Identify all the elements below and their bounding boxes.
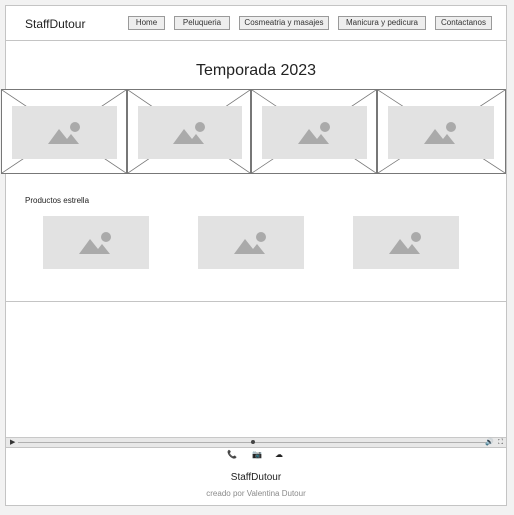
site-header: StaffDutour Home Peluqueria Cosmeatria y… [6,6,506,41]
camera-icon[interactable]: 📷 [252,450,262,459]
site-brand[interactable]: StaffDutour [25,17,85,31]
products-title: Productos estrella [25,196,90,205]
nav-peluqueria[interactable]: Peluqueria [174,16,230,30]
image-placeholder [388,106,494,159]
product-image[interactable] [353,216,459,269]
fullscreen-icon[interactable]: ⛶ [498,438,503,447]
image-placeholder-icon [47,121,80,144]
page-frame: StaffDutour Home Peluqueria Cosmeatria y… [1,5,507,506]
footer-brand: StaffDutour [230,472,282,483]
image-placeholder-icon [234,231,266,254]
product-image[interactable] [198,216,304,269]
image-placeholder-icon [424,121,456,144]
cloud-icon[interactable]: ☁ [275,450,283,459]
image-placeholder-icon [389,231,421,254]
nav-manicura[interactable]: Manicura y pedicura [338,16,426,30]
image-placeholder [262,106,367,159]
seek-handle[interactable] [251,440,255,444]
carousel-slide[interactable] [251,89,377,174]
season-title: Temporada 2023 [195,62,317,79]
video-player[interactable]: ▶ 🔊 ⛶ [6,301,506,448]
phone-icon[interactable]: 📞 [227,450,237,459]
play-icon[interactable]: ▶ [10,438,15,447]
footer-credit: creado por Valentina Dutour [206,489,306,498]
carousel-slide[interactable] [127,89,251,174]
image-placeholder [12,106,117,159]
nav-cosmeatria[interactable]: Cosmeatria y masajes [239,16,329,30]
nav-home[interactable]: Home [128,16,165,30]
nav-contactanos[interactable]: Contactanos [435,16,492,30]
carousel-slide[interactable] [377,89,506,174]
volume-icon[interactable]: 🔊 [485,438,494,447]
product-image[interactable] [43,216,149,269]
image-placeholder-icon [173,121,205,144]
image-placeholder [138,106,242,159]
image-placeholder-icon [297,121,330,144]
video-controls: ▶ 🔊 ⛶ [6,437,506,447]
image-carousel[interactable] [1,89,506,174]
carousel-slide[interactable] [1,89,127,174]
image-placeholder-icon [79,231,111,254]
